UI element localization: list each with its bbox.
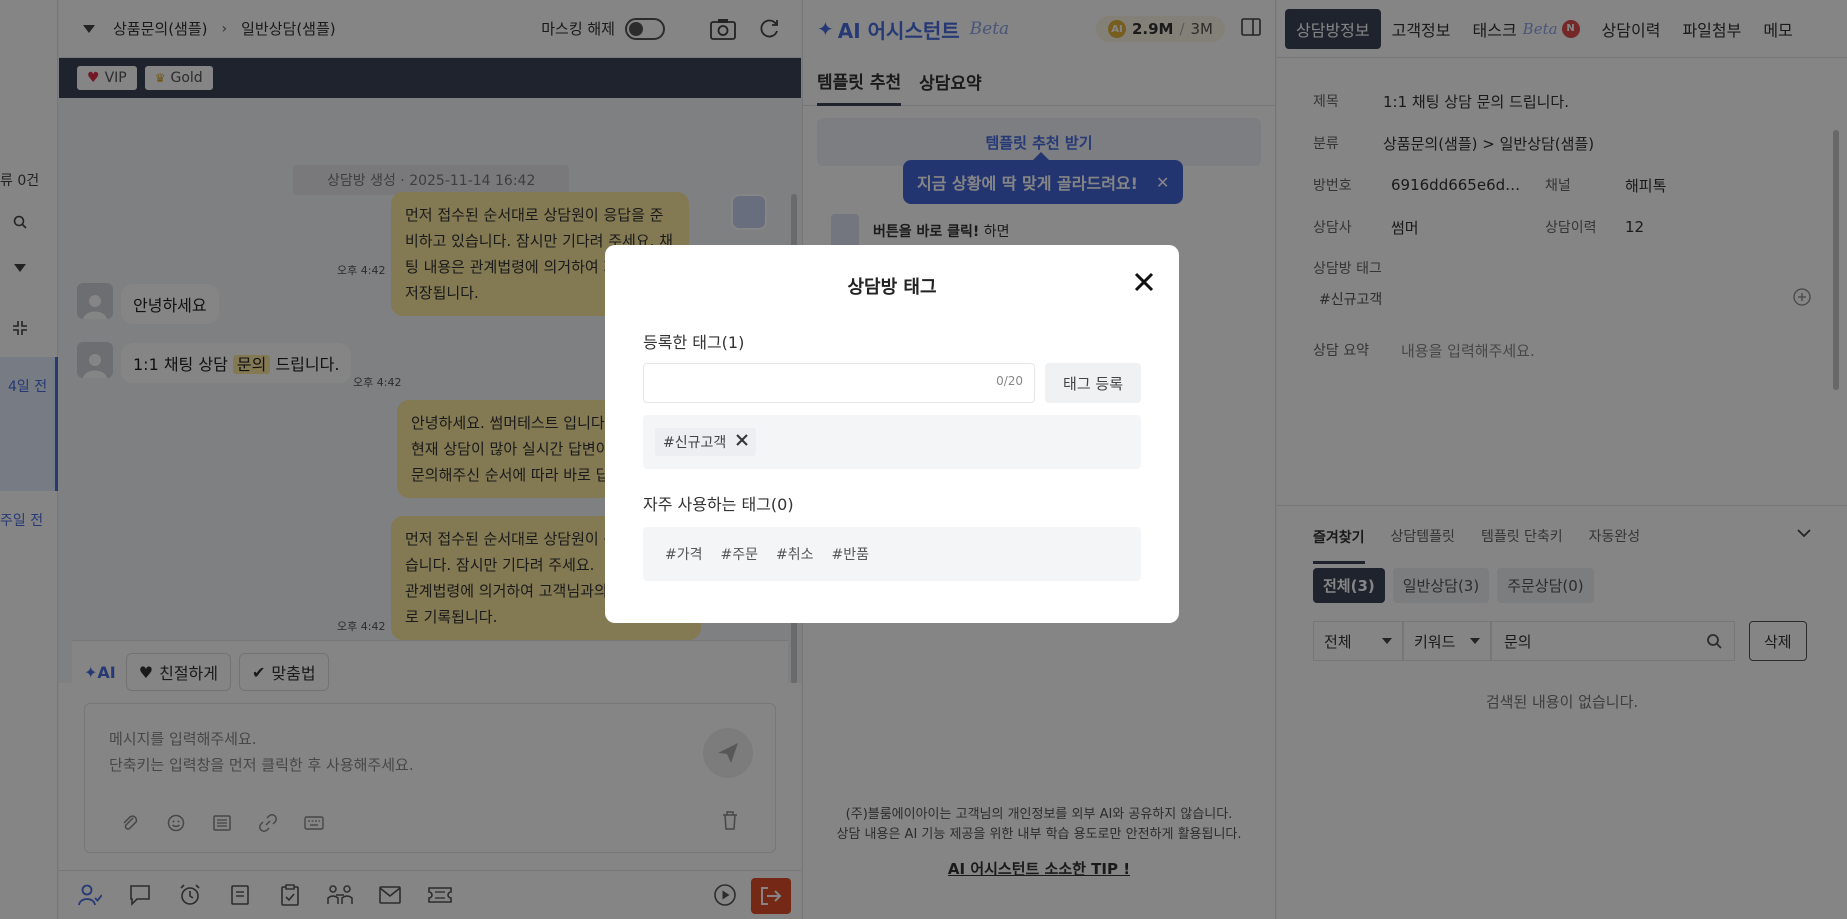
frequent-tag[interactable]: #가격 [665, 544, 703, 564]
frequent-tag[interactable]: #반품 [832, 544, 870, 564]
frequent-tag[interactable]: #취소 [776, 544, 814, 564]
remove-tag-icon[interactable] [736, 434, 748, 450]
frequent-tag[interactable]: #주문 [721, 544, 759, 564]
registered-tags: #신규고객 [643, 415, 1141, 469]
tag-input-row: 0/20 태그 등록 [643, 363, 1141, 403]
registered-tag: #신규고객 [655, 428, 757, 456]
tag-input[interactable] [643, 363, 1036, 403]
close-icon[interactable] [1131, 269, 1157, 295]
frequent-tags-label: 자주 사용하는 태그(0) [643, 495, 794, 514]
char-counter: 0/20 [996, 374, 1024, 388]
register-tag-button[interactable]: 태그 등록 [1045, 363, 1141, 403]
modal-title: 상담방 태그 [847, 277, 937, 298]
registered-tags-label: 등록한 태그(1) [643, 333, 745, 352]
room-tag-modal: 상담방 태그 등록한 태그(1) 0/20 태그 등록 #신규고객 자주 사용하… [605, 245, 1179, 623]
frequent-tags: #가격 #주문 #취소 #반품 [643, 527, 1141, 581]
